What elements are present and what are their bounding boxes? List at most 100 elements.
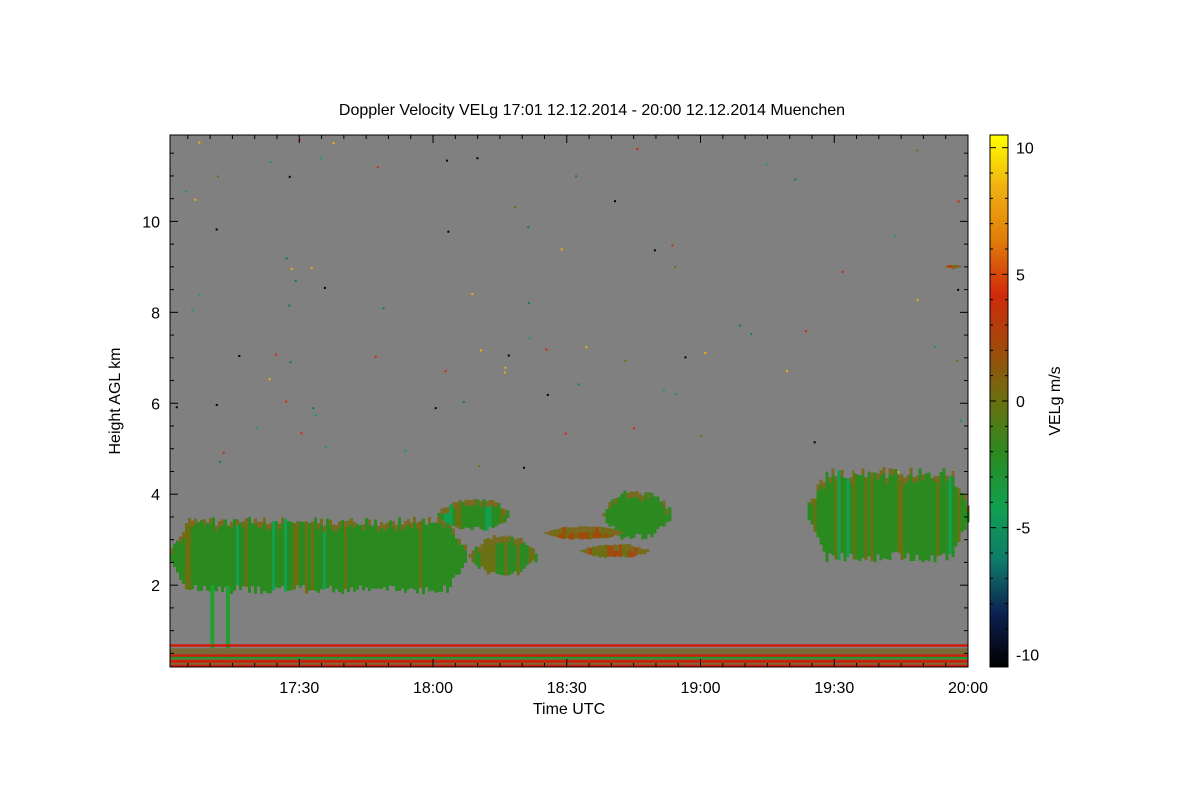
echo-fringe bbox=[470, 500, 474, 507]
echo-column bbox=[595, 526, 599, 539]
echo-column bbox=[377, 525, 380, 589]
echo-fringe bbox=[921, 474, 925, 481]
echo-fringe bbox=[410, 522, 413, 529]
echo-column bbox=[395, 525, 398, 592]
noise-pixel bbox=[504, 366, 507, 369]
y-tick-label: 10 bbox=[142, 214, 160, 231]
echo-column bbox=[629, 491, 633, 539]
echo-column bbox=[302, 522, 305, 586]
echo-fringe bbox=[951, 265, 955, 270]
echo-column bbox=[882, 467, 886, 559]
plot-area: 17:30 18:00 18:30 19:00 19:30 20:00 2 4 6 8 10 bbox=[142, 134, 988, 697]
noise-pixel bbox=[216, 175, 219, 178]
echo-fringe bbox=[629, 491, 633, 498]
echo-fringe bbox=[589, 527, 593, 534]
echo-column bbox=[179, 536, 182, 581]
echo-fringe bbox=[641, 495, 645, 502]
echo-fringe bbox=[519, 538, 523, 545]
noise-pixel bbox=[324, 446, 327, 449]
echo-column bbox=[900, 474, 904, 560]
echo-fringe bbox=[353, 521, 356, 528]
echo-column bbox=[194, 518, 197, 586]
echo-column bbox=[924, 473, 928, 561]
echo-column bbox=[634, 547, 638, 556]
noise-pixel bbox=[445, 159, 448, 162]
noise-pixel bbox=[960, 419, 963, 422]
x-tick-label: 18:30 bbox=[547, 680, 587, 697]
noise-pixel bbox=[704, 351, 707, 354]
noise-pixel bbox=[285, 257, 288, 260]
doppler-velocity-figure: Doppler Velocity VELg 17:01 12.12.2014 -… bbox=[107, 102, 1064, 718]
echo-column bbox=[506, 510, 510, 518]
echo-fringe bbox=[586, 526, 590, 533]
echo-column bbox=[553, 529, 557, 537]
echo-fringe bbox=[870, 472, 874, 479]
noise-pixel bbox=[739, 324, 742, 327]
noise-pixel bbox=[956, 359, 959, 362]
noise-pixel bbox=[522, 466, 525, 469]
echo-fringe bbox=[215, 525, 218, 532]
echo-column bbox=[589, 547, 593, 555]
echo-fringe bbox=[335, 525, 338, 532]
noise-pixel bbox=[479, 349, 482, 352]
echo-column bbox=[305, 521, 308, 594]
noise-pixel bbox=[175, 406, 178, 409]
echo-fringe bbox=[428, 517, 431, 524]
echo-fringe bbox=[407, 519, 410, 526]
echo-column bbox=[888, 468, 892, 561]
echo-column bbox=[182, 532, 185, 584]
noise-pixel bbox=[785, 370, 788, 373]
x-tick-label: 20:00 bbox=[948, 680, 988, 697]
echo-fringe bbox=[350, 518, 353, 525]
echo-fringe bbox=[822, 482, 826, 489]
echo-column bbox=[942, 467, 946, 554]
y-tick-label: 6 bbox=[151, 396, 160, 413]
echo-column bbox=[643, 549, 647, 555]
echo-fringe bbox=[632, 492, 636, 499]
echo-fringe bbox=[455, 502, 459, 509]
echo-fringe bbox=[236, 519, 239, 526]
echo-fringe bbox=[443, 521, 446, 528]
echo-column bbox=[610, 545, 614, 557]
echo-fringe bbox=[338, 521, 341, 528]
noise-pixel bbox=[765, 163, 768, 166]
colorbar-tick-label: -10 bbox=[1016, 647, 1039, 664]
echo-column bbox=[284, 518, 287, 592]
echo-fringe bbox=[574, 527, 578, 534]
echo-column bbox=[954, 486, 958, 547]
echo-fringe bbox=[876, 473, 880, 480]
echo-fringe bbox=[179, 536, 182, 543]
echo-column bbox=[497, 503, 501, 525]
echo-fringe bbox=[568, 527, 572, 534]
echo-fringe bbox=[882, 467, 886, 474]
echo-column bbox=[595, 546, 599, 556]
noise-pixel bbox=[285, 400, 288, 403]
noise-pixel bbox=[632, 427, 635, 430]
echo-column bbox=[275, 521, 278, 588]
echo-column bbox=[188, 518, 191, 591]
echo-fringe bbox=[467, 500, 471, 507]
echo-fringe bbox=[879, 470, 883, 477]
echo-fringe bbox=[477, 546, 481, 553]
echo-fringe bbox=[362, 524, 365, 531]
echo-fringe bbox=[580, 526, 584, 533]
noise-pixel bbox=[674, 265, 677, 268]
x-tick-label: 18:00 bbox=[413, 680, 453, 697]
echo-column bbox=[371, 525, 374, 589]
echo-fringe bbox=[263, 517, 266, 524]
echo-column bbox=[948, 264, 952, 268]
echo-fringe bbox=[458, 538, 461, 545]
echo-column bbox=[431, 522, 434, 591]
echo-fringe bbox=[504, 536, 508, 543]
echo-fringe bbox=[900, 474, 904, 481]
echo-column bbox=[939, 472, 943, 556]
noise-pixel bbox=[684, 356, 687, 359]
echo-fringe bbox=[443, 507, 447, 514]
echo-fringe bbox=[501, 535, 505, 542]
echo-column bbox=[434, 522, 437, 593]
echo-column bbox=[308, 522, 311, 591]
echo-column bbox=[528, 546, 532, 564]
echo-column bbox=[525, 545, 529, 566]
echo-column bbox=[383, 524, 386, 588]
echo-fringe bbox=[254, 518, 257, 525]
